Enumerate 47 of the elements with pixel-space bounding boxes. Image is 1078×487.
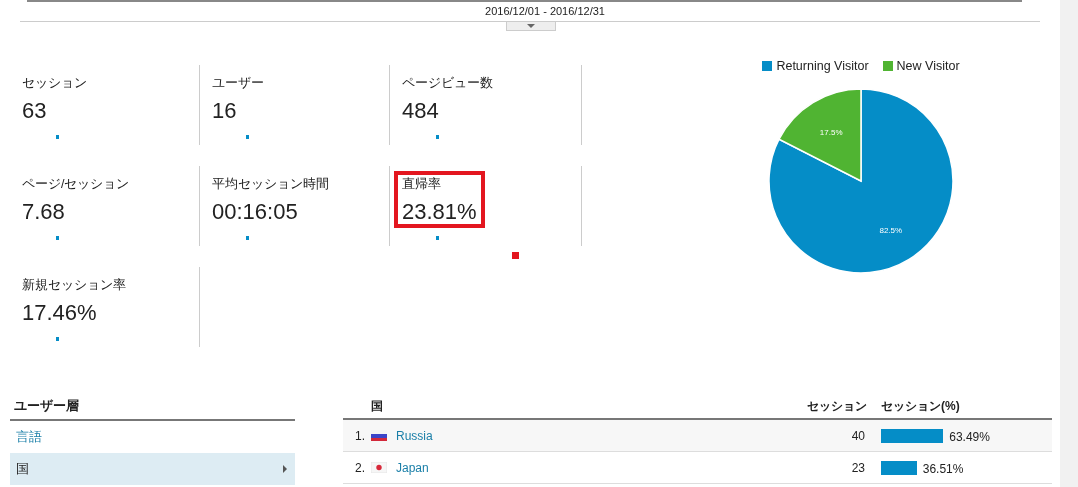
column-header: セッション [807,399,867,413]
slice-label: 17.5% [819,128,843,138]
caret-icon [527,24,535,28]
metric-label: 新規セッション率 [21,277,127,294]
session-bar [881,428,944,443]
metric-label: セッション [21,75,88,92]
slice-label: 82.5% [879,225,903,235]
metric-value: 17.46% [21,300,98,325]
dropdown-toggle[interactable] [506,22,556,31]
table-cell-text: 36.51% [922,460,964,478]
section-title: ユーザー層 [14,399,79,413]
metric-label: ページビュー数 [401,75,494,92]
metric-value: 00:16:05 [211,199,299,224]
metric-label: ユーザー [211,75,265,92]
country-link[interactable]: Japan [396,458,429,477]
row-number: 2. [355,460,365,475]
country-link[interactable]: Russia [396,426,433,445]
sparkline-icon [436,134,439,139]
sparkline-icon [56,336,59,341]
session-bar [881,460,917,475]
metric-value: 23.81% [401,199,478,224]
date-range: 2016/12/01 - 2016/12/31 [485,4,605,20]
metric-label: ページ/セッション [21,176,131,193]
audience-item[interactable]: 国 [10,452,295,485]
annotation-marker [512,252,519,259]
caret-icon [283,464,287,473]
sparkline-icon [56,134,59,139]
sparkline-icon [246,235,249,240]
table-cell: 40 [851,428,865,443]
metric-value: 16 [211,98,238,123]
sparkline-icon [246,134,249,139]
metric-value: 63 [21,98,48,123]
column-header: セッション(%) [881,399,960,413]
legend-label: Returning Visitor [776,58,869,75]
audience-item[interactable]: 言語 [10,420,295,453]
metric-label: 平均セッション時間 [211,176,330,193]
table-cell: 23 [851,460,865,475]
legend-label: New Visitor [896,58,960,75]
sparkline-icon [56,235,59,240]
table-cell-text: 63.49% [949,428,990,446]
row-number: 1. [355,428,365,443]
metric-label: 直帰率 [401,176,442,193]
metric-value: 484 [401,98,440,123]
metric-value: 7.68 [21,199,66,224]
flag-icon [371,462,387,473]
column-header: 国 [371,399,383,413]
sparkline-icon [436,235,439,240]
